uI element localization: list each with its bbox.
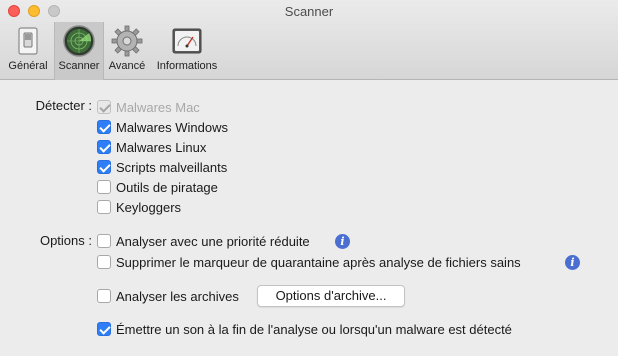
gauge-icon: [172, 28, 202, 54]
tab-scanner-label: Scanner: [58, 60, 100, 72]
detect-malwares-linux[interactable]: Malwares Linux: [97, 139, 206, 155]
detect-hacking-tools-checkbox[interactable]: [97, 180, 111, 194]
detect-malwares-linux-checkbox[interactable]: [97, 140, 111, 154]
option-archives-checkbox[interactable]: [97, 289, 111, 303]
detect-keyloggers-label: Keyloggers: [116, 199, 182, 215]
detect-malwares-linux-label: Malwares Linux: [116, 139, 207, 155]
detect-malwares-mac-label: Malwares Mac: [116, 99, 200, 115]
tab-advanced[interactable]: Avancé: [104, 22, 150, 80]
tab-informations-label: Informations: [156, 60, 218, 72]
detect-label: Détecter :: [35, 98, 92, 113]
preferences-window: Scanner Général Scanner Avancé Informati…: [0, 0, 618, 356]
detect-keyloggers[interactable]: Keyloggers: [97, 199, 181, 215]
detect-keyloggers-checkbox[interactable]: [97, 200, 111, 214]
detect-scripts-checkbox[interactable]: [97, 160, 111, 174]
tab-general-label: Général: [8, 60, 48, 72]
quarantine-info-icon[interactable]: i: [565, 255, 580, 270]
option-archives-label: Analyser les archives: [116, 288, 239, 304]
low-priority-info-icon[interactable]: i: [335, 234, 350, 249]
detect-hacking-tools-label: Outils de piratage: [116, 179, 218, 195]
tab-scanner[interactable]: Scanner: [54, 22, 104, 80]
option-quarantine-checkbox[interactable]: [97, 255, 111, 269]
detect-malwares-windows-checkbox[interactable]: [97, 120, 111, 134]
tab-general[interactable]: Général: [2, 22, 54, 80]
detect-malwares-mac-checkbox[interactable]: [97, 100, 111, 114]
gear-icon: [111, 25, 143, 57]
option-low-priority-label: Analyser avec une priorité réduite: [116, 233, 310, 249]
window-title: Scanner: [284, 4, 334, 19]
option-low-priority-checkbox[interactable]: [97, 234, 111, 248]
archive-options-button[interactable]: Options d'archive...: [257, 285, 405, 307]
detect-malwares-mac[interactable]: Malwares Mac: [97, 99, 200, 115]
option-sound-checkbox[interactable]: [97, 322, 111, 336]
option-sound[interactable]: Émettre un son à la fin de l'analyse ou …: [97, 321, 512, 337]
option-sound-label: Émettre un son à la fin de l'analyse ou …: [116, 321, 512, 337]
detect-hacking-tools[interactable]: Outils de piratage: [97, 179, 218, 195]
tab-informations[interactable]: Informations: [150, 22, 224, 80]
switch-icon: [18, 27, 38, 55]
options-label: Options :: [39, 233, 92, 248]
detect-scripts[interactable]: Scripts malveillants: [97, 159, 227, 175]
title-bar: Scanner Général Scanner Avancé Informati…: [0, 0, 618, 80]
detect-malwares-windows-label: Malwares Windows: [116, 119, 228, 135]
detect-scripts-label: Scripts malveillants: [116, 159, 228, 175]
radar-icon: [63, 25, 95, 57]
option-quarantine[interactable]: Supprimer le marqueur de quarantaine apr…: [97, 254, 521, 270]
tab-advanced-label: Avancé: [108, 60, 146, 72]
option-archives[interactable]: Analyser les archives: [97, 288, 239, 304]
option-low-priority[interactable]: Analyser avec une priorité réduite: [97, 233, 310, 249]
option-quarantine-label: Supprimer le marqueur de quarantaine apr…: [116, 254, 521, 270]
detect-malwares-windows[interactable]: Malwares Windows: [97, 119, 228, 135]
